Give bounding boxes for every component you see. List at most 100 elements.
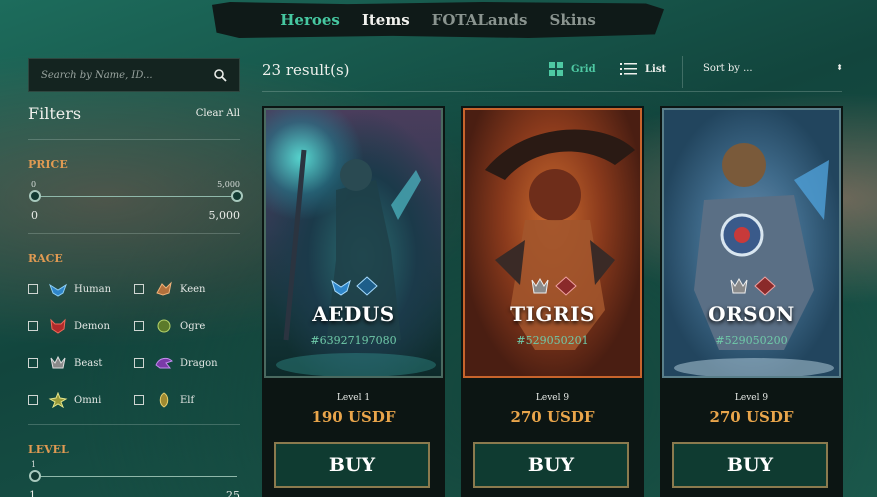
hero-name: TIGRIS [510, 302, 595, 326]
price-slider: 0 5,000 0 5,000 [28, 171, 243, 227]
class-rank-icon [355, 276, 378, 296]
price-max-value: 5,000 [208, 209, 241, 222]
filters-title: Filters [28, 104, 82, 123]
keen-race-icon [154, 280, 174, 298]
race-option-keen[interactable]: Keen [134, 279, 240, 299]
race-list: Human Keen Demon Ogre Beast Dragon Omni … [28, 279, 240, 410]
checkbox[interactable] [28, 321, 38, 331]
beast-race-icon [48, 354, 68, 372]
divider [28, 424, 240, 425]
race-label: Demon [74, 320, 110, 332]
checkbox[interactable] [134, 395, 144, 405]
hero-id: #529050200 [715, 334, 788, 347]
checkbox[interactable] [28, 284, 38, 294]
hero-id: #63927197080 [310, 334, 397, 347]
buy-button[interactable]: BUY [473, 442, 629, 488]
divider [28, 139, 240, 140]
demon-race-icon [48, 317, 68, 335]
checkbox[interactable] [134, 284, 144, 294]
race-label: Elf [180, 394, 195, 406]
class-rank-icon [753, 276, 776, 296]
checkbox[interactable] [28, 395, 38, 405]
hero-class-badges [660, 276, 843, 296]
level-max-value: 25 [226, 489, 240, 497]
list-label: List [645, 63, 667, 75]
checkbox[interactable] [134, 321, 144, 331]
race-section-title: RACE [28, 252, 63, 265]
grid-view-button[interactable]: Grid [549, 62, 596, 76]
human-race-icon [48, 280, 68, 298]
grid-label: Grid [571, 63, 596, 75]
race-label: Beast [74, 357, 103, 369]
hero-class-badges [461, 276, 644, 296]
hero-card[interactable]: AEDUS #63927197080 Level 1 190 USDF BUY [262, 106, 445, 497]
level-min-value: 1 [29, 489, 36, 497]
filters-header: Filters Clear All [28, 104, 240, 123]
divider [262, 91, 842, 92]
hero-level: Level 9 [734, 393, 769, 403]
tab-items[interactable]: Items [362, 11, 410, 29]
price-min-handle[interactable] [29, 190, 41, 202]
race-label: Dragon [180, 357, 218, 369]
race-label: Human [74, 283, 112, 295]
clear-all-button[interactable]: Clear All [196, 108, 240, 119]
hero-price: 270 USDF [510, 408, 595, 426]
dragon-race-icon [154, 354, 174, 372]
tab-heroes[interactable]: Heroes [280, 11, 340, 29]
level-current-tick: 1 [31, 460, 37, 469]
tab-fotalands[interactable]: FOTALands [432, 11, 528, 29]
search-box [28, 58, 240, 92]
top-nav: Heroes Items FOTALands Skins [212, 2, 664, 38]
hero-price: 270 USDF [709, 408, 794, 426]
price-slider-track[interactable] [34, 196, 237, 197]
hero-price: 190 USDF [311, 408, 396, 426]
checkbox[interactable] [28, 358, 38, 368]
hero-level: Level 1 [336, 393, 371, 403]
race-option-demon[interactable]: Demon [28, 316, 134, 336]
level-slider-track[interactable] [34, 476, 237, 477]
price-section-title: PRICE [28, 158, 68, 171]
filters-sidebar: Filters Clear All PRICE 0 5,000 0 5,000 … [28, 58, 243, 497]
checkbox[interactable] [134, 358, 144, 368]
beast-race-icon [730, 277, 747, 294]
tab-skins[interactable]: Skins [549, 11, 595, 29]
elf-race-icon [154, 391, 174, 409]
human-race-icon [330, 279, 351, 296]
sort-label: Sort by ... [703, 63, 753, 74]
race-label: Ogre [180, 320, 206, 332]
beast-race-icon [531, 277, 548, 294]
search-input[interactable] [41, 69, 213, 81]
ogre-race-icon [154, 317, 174, 335]
list-icon [620, 63, 637, 75]
hero-card[interactable]: ORSON #529050200 Level 9 270 USDF BUY [660, 106, 843, 497]
hero-card[interactable]: TIGRIS #529050201 Level 9 270 USDF BUY [461, 106, 644, 497]
grid-icon [549, 62, 563, 76]
level-handle[interactable] [29, 470, 41, 482]
hero-name: ORSON [708, 302, 795, 326]
hero-class-badges [262, 276, 445, 296]
hero-level: Level 9 [535, 393, 570, 403]
race-option-ogre[interactable]: Ogre [134, 316, 240, 336]
divider [28, 233, 240, 234]
divider [682, 56, 683, 88]
results-count: 23 result(s) [262, 61, 350, 79]
price-min-value: 0 [31, 209, 38, 222]
list-view-button[interactable]: List [620, 62, 666, 76]
race-label: Keen [180, 283, 206, 295]
race-option-beast[interactable]: Beast [28, 353, 134, 373]
race-option-omni[interactable]: Omni [28, 390, 134, 410]
buy-button[interactable]: BUY [274, 442, 430, 488]
sort-arrow-icon: ⬍ [836, 63, 843, 72]
search-icon[interactable] [213, 68, 227, 82]
sort-dropdown[interactable]: Sort by ... ⬍ [703, 63, 843, 74]
hero-id: #529050201 [516, 334, 589, 347]
price-max-handle[interactable] [231, 190, 243, 202]
class-rank-icon [554, 276, 577, 296]
hero-name: AEDUS [312, 302, 395, 326]
race-option-elf[interactable]: Elf [134, 390, 240, 410]
buy-button[interactable]: BUY [672, 442, 828, 488]
price-min-tick: 0 [31, 180, 37, 189]
race-option-human[interactable]: Human [28, 279, 134, 299]
level-slider: 1 1 25 [28, 456, 240, 497]
race-option-dragon[interactable]: Dragon [134, 353, 240, 373]
